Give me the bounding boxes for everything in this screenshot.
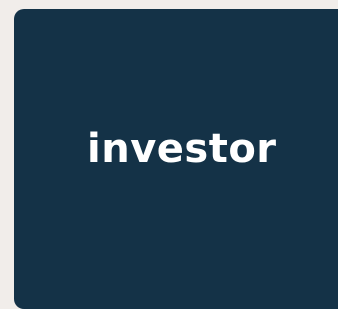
brand-wordmark: investor — [87, 126, 277, 172]
brand-card: investor — [14, 9, 338, 309]
